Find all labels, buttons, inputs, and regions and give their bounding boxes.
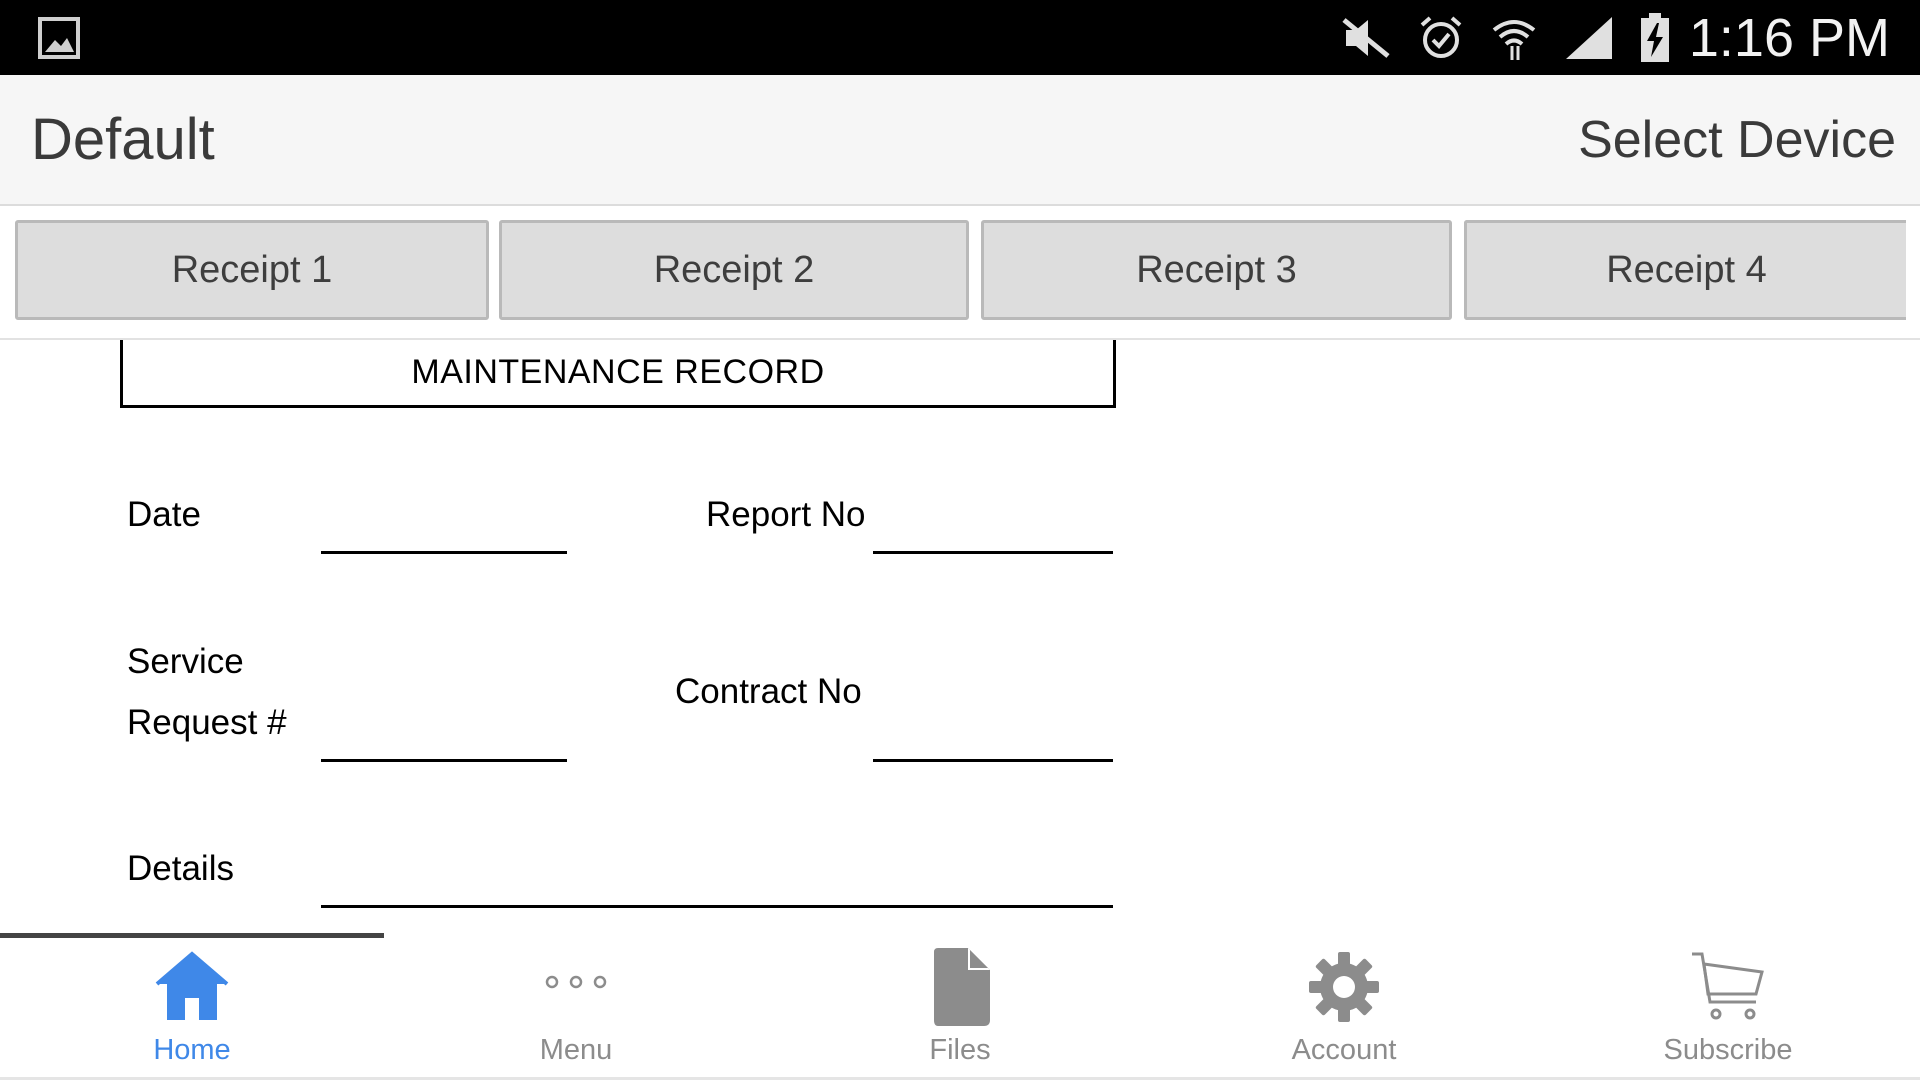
nav-files[interactable]: Files	[768, 938, 1152, 1077]
nav-subscribe[interactable]: Subscribe	[1536, 938, 1920, 1077]
nav-account-label: Account	[1291, 1034, 1397, 1066]
wifi-icon	[1490, 14, 1538, 62]
gear-icon	[1307, 950, 1381, 1029]
date-field[interactable]	[321, 551, 567, 554]
more-dots-icon	[544, 972, 608, 997]
tab-receipt-3[interactable]: Receipt 3	[981, 220, 1452, 320]
signal-icon	[1564, 15, 1614, 61]
nav-menu-label: Menu	[539, 1034, 613, 1066]
file-icon	[930, 948, 990, 1031]
nav-home[interactable]: Home	[0, 938, 384, 1077]
tab-receipt-4[interactable]: Receipt 4	[1464, 220, 1906, 320]
bottom-navigation: Home Menu Files Account Subscribe	[0, 938, 1920, 1080]
date-label: Date	[127, 495, 201, 534]
status-time: 1:16 PM	[1688, 8, 1890, 68]
app-header: Default Select Device	[0, 75, 1920, 206]
receipt-tabs: Receipt 1 Receipt 2 Receipt 3 Receipt 4	[0, 206, 1920, 340]
tab-receipt-2[interactable]: Receipt 2	[499, 220, 969, 320]
nav-menu[interactable]: Menu	[384, 938, 768, 1077]
nav-files-label: Files	[929, 1034, 991, 1066]
gallery-icon	[37, 16, 81, 60]
cart-icon	[1690, 950, 1766, 1029]
contract-no-field[interactable]	[873, 759, 1113, 762]
details-label: Details	[127, 849, 234, 888]
report-no-label: Report No	[706, 495, 866, 534]
status-bar: 1:16 PM	[0, 0, 1920, 75]
details-field[interactable]	[321, 905, 1113, 908]
battery-charging-icon	[1640, 13, 1670, 63]
select-device-button[interactable]: Select Device	[1578, 107, 1896, 173]
contract-no-label: Contract No	[675, 672, 862, 711]
nav-account[interactable]: Account	[1152, 938, 1536, 1077]
nav-home-label: Home	[153, 1034, 231, 1066]
alarm-icon	[1418, 15, 1464, 61]
form-title: MAINTENANCE RECORD	[120, 340, 1116, 408]
report-no-field[interactable]	[873, 551, 1113, 554]
tab-receipt-1[interactable]: Receipt 1	[15, 220, 489, 320]
mute-icon	[1342, 16, 1392, 60]
service-request-field[interactable]	[321, 759, 567, 762]
receipt-form: MAINTENANCE RECORD Date Report No Servic…	[0, 340, 1920, 933]
page-title: Default	[31, 107, 215, 172]
nav-subscribe-label: Subscribe	[1663, 1034, 1793, 1066]
home-icon	[155, 950, 229, 1027]
service-request-label-line2: Request #	[127, 703, 287, 742]
service-request-label-line1: Service	[127, 642, 244, 681]
